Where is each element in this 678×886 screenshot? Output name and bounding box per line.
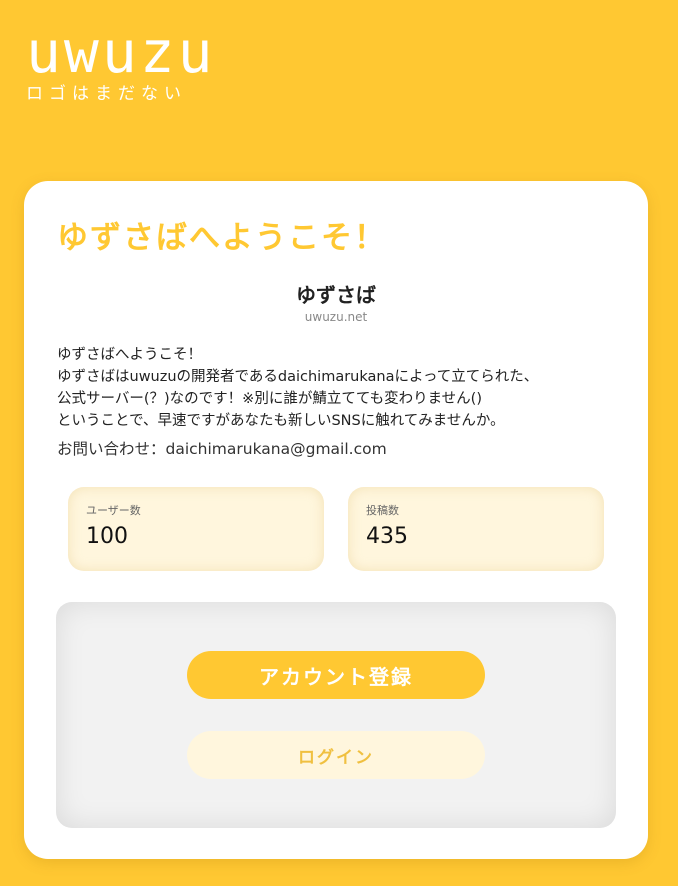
page: uwuzu ロゴはまだない ゆずさばへようこそ！ ゆずさば uwuzu.net … <box>0 0 678 886</box>
user-count-card: ユーザー数 100 <box>68 487 324 571</box>
post-count-value: 435 <box>366 524 408 549</box>
action-panel: アカウント登録 ログイン <box>56 602 616 828</box>
server-description: ゆずさばへようこそ！ ゆずさばはuwuzuの開発者であるdaichimaruka… <box>57 344 627 432</box>
post-count-card: 投稿数 435 <box>348 487 604 571</box>
welcome-card: ゆずさばへようこそ！ ゆずさば uwuzu.net ゆずさばへようこそ！ ゆずさ… <box>24 181 648 859</box>
user-count-label: ユーザー数 <box>86 504 141 517</box>
server-name: ゆずさば <box>296 283 376 307</box>
post-count-label: 投稿数 <box>366 504 399 517</box>
logo[interactable]: uwuzu ロゴはまだない <box>26 22 216 104</box>
description-line: ゆずさばへようこそ！ <box>57 347 202 363</box>
description-line: 公式サーバー(？)なのです！※別に誰が鯖立てても変わりません() <box>57 391 482 407</box>
welcome-title: ゆずさばへようこそ！ <box>57 220 387 256</box>
description-line: ゆずさばはuwuzuの開発者であるdaichimarukanaによって立てられた… <box>57 369 539 385</box>
description-line: ということで、早速ですがあなたも新しいSNSに触れてみませんか。 <box>57 413 505 429</box>
login-button[interactable]: ログイン <box>187 731 485 779</box>
logo-subtitle: ロゴはまだない <box>26 84 187 104</box>
logo-text: uwuzu <box>26 18 216 86</box>
register-button[interactable]: アカウント登録 <box>187 651 485 699</box>
contact-info: お問い合わせ：daichimarukana@gmail.com <box>57 440 387 458</box>
user-count-value: 100 <box>86 524 128 549</box>
server-domain: uwuzu.net <box>304 310 368 324</box>
